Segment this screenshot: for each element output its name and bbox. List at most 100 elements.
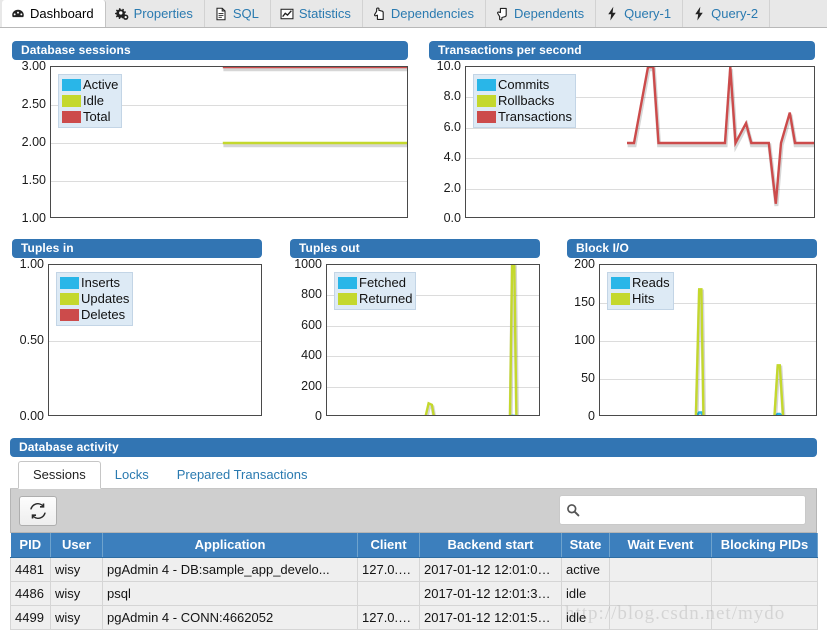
legend-label: Transactions — [498, 109, 572, 124]
database-activity-section: Database activity Sessions Locks Prepared … — [10, 438, 818, 630]
chart-database-sessions: 1.00 1.50 2.00 2.50 3.00 Active Idle Total — [12, 60, 408, 230]
table-row[interactable]: 4499 wisy pgAdmin 4 - CONN:4662052 127.0.0.… — [10, 605, 818, 630]
dashboard-icon — [11, 7, 25, 21]
table-row[interactable]: 4481 wisy pgAdmin 4 - DB:sample_app_develo… — [10, 557, 818, 582]
series-shadow — [424, 265, 519, 415]
tab-label: Query-1 — [624, 6, 672, 21]
legend-swatch — [62, 110, 81, 123]
legend-swatch — [477, 110, 496, 123]
cell-blocking-pids — [711, 557, 818, 582]
subtab-prepared-transactions[interactable]: Prepared Transactions — [163, 462, 322, 488]
cell-state: idle — [561, 581, 610, 606]
table-row[interactable]: 4486 wisy psql 2017-01-12 12:01:32 CST idle — [10, 581, 818, 606]
cell-client — [357, 581, 420, 606]
chart-legend: Fetched Returned — [334, 272, 417, 310]
activity-subtabs: Sessions Locks Prepared Transactions — [10, 461, 817, 489]
cell-wait-event — [609, 557, 712, 582]
file-icon — [214, 7, 228, 21]
tab-properties[interactable]: Properties — [105, 0, 205, 27]
cell-backend-start: 2017-01-12 12:01:02 CST — [419, 557, 562, 582]
search-box[interactable] — [559, 495, 806, 525]
y-axis-tick-label: 0 — [588, 409, 595, 423]
y-axis-tick-label: 0.00 — [19, 409, 44, 423]
column-header-pid[interactable]: PID — [10, 533, 51, 558]
tab-dashboard[interactable]: Dashboard — [2, 0, 106, 27]
subtab-sessions[interactable]: Sessions — [18, 461, 101, 489]
column-header-backend-start[interactable]: Backend start — [419, 533, 562, 558]
series-shadow — [697, 412, 783, 415]
series-line-hits — [694, 288, 785, 415]
tab-label: Query-2 — [711, 6, 759, 21]
tab-statistics[interactable]: Statistics — [270, 0, 363, 27]
panel-title-tuples-out: Tuples out — [290, 239, 540, 258]
legend-label: Rollbacks — [498, 93, 555, 108]
y-axis-tick-label: 6.0 — [443, 119, 461, 134]
y-axis-tick-label: 2.0 — [443, 180, 461, 195]
legend-label: Commits — [498, 77, 550, 92]
panel-transactions-per-second: Transactions per second 0.0 2.0 4.0 6.0 8.0 1… — [429, 41, 815, 231]
column-header-client[interactable]: Client — [357, 533, 420, 558]
y-axis-tick-label: 4.0 — [443, 150, 461, 165]
panel-block-io: Block I/O 0 50 100 150 200 Reads Hits — [567, 239, 817, 429]
main-tab-bar: Dashboard Properties SQL Statistics Dependen… — [0, 0, 827, 28]
y-axis-tick-label: 0.50 — [19, 333, 44, 347]
cell-pid: 4481 — [10, 557, 51, 582]
panel-title-block-io: Block I/O — [567, 239, 817, 258]
chart-legend: Commits Rollbacks Transactions — [473, 74, 576, 128]
legend-label: Deletes — [81, 307, 126, 322]
refresh-button[interactable] — [19, 495, 57, 526]
y-axis-tick-label: 50 — [581, 371, 595, 385]
cell-user: wisy — [50, 605, 103, 630]
hand-down-icon — [495, 7, 509, 21]
activity-toolbar — [10, 489, 817, 533]
y-axis-tick-label: 2.50 — [21, 97, 46, 111]
y-axis-tick-label: 600 — [301, 317, 322, 332]
legend-item: Commits — [477, 77, 572, 92]
column-header-user[interactable]: User — [50, 533, 103, 558]
column-header-state[interactable]: State — [561, 533, 610, 558]
column-header-blocking-pids[interactable]: Blocking PIDs — [711, 533, 818, 558]
legend-swatch — [611, 276, 630, 289]
tab-dependencies[interactable]: Dependencies — [362, 0, 487, 27]
chart-legend: Reads Hits — [607, 272, 674, 310]
panel-tuples-out: Tuples out 0 200 400 600 800 1000 Fetched Retur… — [290, 239, 540, 429]
panel-title-database-activity: Database activity — [10, 438, 817, 457]
chart-legend: Active Idle Total — [58, 74, 123, 128]
column-header-wait-event[interactable]: Wait Event — [609, 533, 712, 558]
column-header-application[interactable]: Application — [102, 533, 358, 558]
search-input[interactable] — [586, 501, 799, 519]
legend-label: Idle — [83, 93, 104, 108]
series-line-reads — [695, 411, 783, 415]
y-axis-tick-label: 0 — [315, 409, 322, 423]
tab-query-1[interactable]: Query-1 — [596, 0, 684, 27]
subtab-locks[interactable]: Locks — [101, 462, 163, 488]
legend-item: Hits — [611, 291, 670, 306]
legend-item: Fetched — [338, 275, 412, 290]
legend-swatch — [60, 308, 79, 321]
cell-user: wisy — [50, 557, 103, 582]
cell-application: pgAdmin 4 - CONN:4662052 — [102, 605, 358, 630]
panel-title-tuples-in: Tuples in — [12, 239, 262, 258]
legend-swatch — [477, 94, 496, 107]
tab-label: Properties — [133, 6, 193, 21]
legend-item: Deletes — [60, 307, 129, 322]
y-axis-tick-label: 3.00 — [21, 59, 46, 73]
chart-tuples-out: 0 200 400 600 800 1000 Fetched Returned — [290, 258, 540, 428]
cell-wait-event — [609, 605, 712, 630]
legend-label: Total — [83, 109, 111, 124]
pgadmin-dashboard: Dashboard Properties SQL Statistics Dependen… — [0, 0, 827, 640]
cell-backend-start: 2017-01-12 12:01:52 CST — [419, 605, 562, 630]
y-axis-tick-label: 1.00 — [21, 211, 46, 225]
legend-label: Fetched — [359, 275, 406, 290]
cell-pid: 4499 — [10, 605, 51, 630]
legend-label: Inserts — [81, 275, 121, 290]
y-axis-tick-label: 8.0 — [443, 89, 461, 104]
tab-sql[interactable]: SQL — [204, 0, 271, 27]
y-axis-tick-label: 200 — [301, 378, 322, 393]
legend-swatch — [62, 78, 81, 91]
tab-query-2[interactable]: Query-2 — [683, 0, 771, 27]
chart-block-io: 0 50 100 150 200 Reads Hits — [567, 258, 817, 428]
tab-label: SQL — [232, 6, 259, 21]
panel-database-sessions: Database sessions 1.00 1.50 2.00 2.50 3.00 Ac… — [12, 41, 408, 231]
tab-dependents[interactable]: Dependents — [486, 0, 597, 27]
